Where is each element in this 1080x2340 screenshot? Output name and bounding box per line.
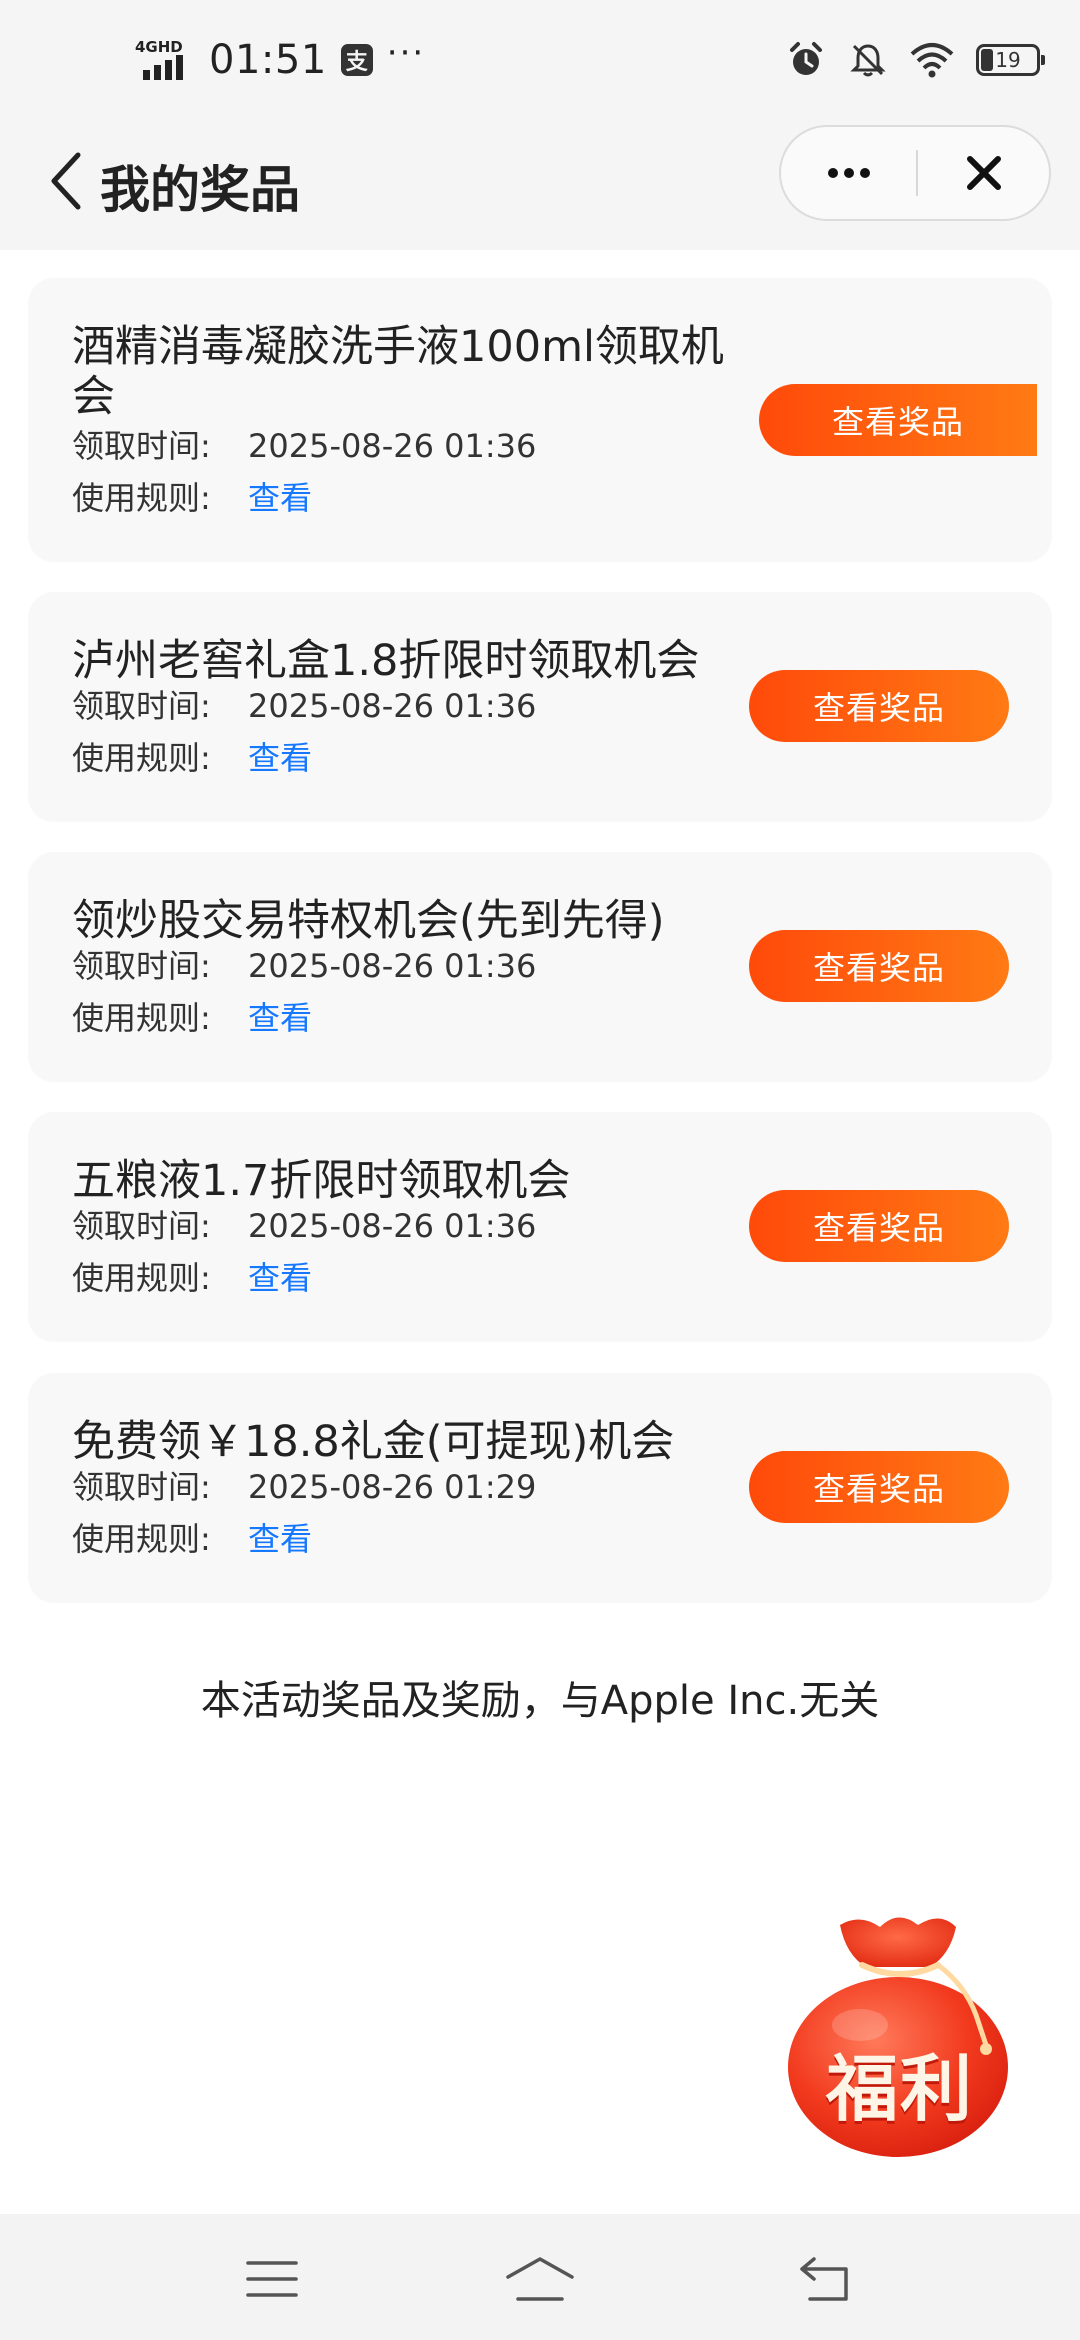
prize-card: 领炒股交易特权机会(先到先得) 领取时间: 2025-08-26 01:36 使… bbox=[28, 852, 1052, 1082]
prize-name: 五粮液1.7折限时领取机会 bbox=[72, 1156, 571, 1206]
prize-rule-row: 使用规则: 查看 bbox=[72, 1258, 312, 1298]
prize-name: 领炒股交易特权机会(先到先得) bbox=[72, 896, 665, 946]
status-more: ··· bbox=[386, 33, 426, 73]
view-prize-button[interactable]: 查看奖品 bbox=[749, 1190, 1009, 1262]
prize-rule-row: 使用规则: 查看 bbox=[72, 478, 312, 518]
prize-card: 酒精消毒凝胶洗手液100ml领取机会 领取时间: 2025-08-26 01:3… bbox=[28, 278, 1052, 562]
view-prize-button[interactable]: 查看奖品 bbox=[749, 670, 1009, 742]
back-button[interactable] bbox=[36, 148, 96, 214]
prize-time-label: 领取时间: bbox=[72, 947, 211, 985]
prize-time-row: 领取时间: 2025-08-26 01:36 bbox=[72, 946, 536, 986]
network-label: 4GHD bbox=[135, 38, 183, 56]
prize-name: 泸州老窖礼盒1.8折限时领取机会 bbox=[72, 636, 700, 686]
prize-rule-link[interactable]: 查看 bbox=[248, 738, 312, 778]
prize-rule-row: 使用规则: 查看 bbox=[72, 738, 312, 778]
prize-time-label: 领取时间: bbox=[72, 687, 211, 725]
system-menu-button[interactable] bbox=[232, 2244, 312, 2314]
more-button[interactable] bbox=[781, 127, 916, 219]
prize-time-value: 2025-08-26 01:36 bbox=[248, 687, 537, 725]
page-title: 我的奖品 bbox=[100, 161, 300, 219]
home-icon bbox=[506, 2257, 574, 2301]
more-icon bbox=[827, 168, 838, 178]
prize-card: 泸州老窖礼盒1.8折限时领取机会 领取时间: 2025-08-26 01:36 … bbox=[28, 592, 1052, 822]
status-left: 4GHD 01:51 支 ··· bbox=[135, 33, 426, 86]
prize-rule-link[interactable]: 查看 bbox=[248, 998, 312, 1038]
prize-rule-link[interactable]: 查看 bbox=[248, 1519, 312, 1559]
wifi-icon bbox=[910, 43, 954, 78]
mini-program-capsule bbox=[779, 125, 1051, 221]
back-arrow-icon bbox=[51, 152, 81, 210]
prize-card: 免费领￥18.8礼金(可提现)机会 领取时间: 2025-08-26 01:29… bbox=[28, 1373, 1052, 1603]
bell-muted-icon bbox=[850, 44, 886, 77]
nav-bar: 我的奖品 bbox=[0, 120, 1080, 250]
prize-time-label: 领取时间: bbox=[72, 1207, 211, 1245]
prize-rule-row: 使用规则: 查看 bbox=[72, 998, 312, 1038]
prize-time-row: 领取时间: 2025-08-26 01:36 bbox=[72, 426, 536, 466]
prize-time-value: 2025-08-26 01:36 bbox=[248, 947, 537, 985]
prize-rule-row: 使用规则: 查看 bbox=[72, 1519, 312, 1559]
prize-rule-link[interactable]: 查看 bbox=[248, 478, 312, 518]
prize-time-label: 领取时间: bbox=[72, 1468, 211, 1506]
prize-rule-label: 使用规则: bbox=[72, 999, 211, 1037]
system-nav-bar bbox=[0, 2214, 1080, 2340]
status-right: 19 bbox=[786, 38, 1045, 82]
battery-icon: 19 bbox=[976, 44, 1045, 76]
view-prize-button[interactable]: 查看奖品 bbox=[759, 384, 1037, 456]
prize-rule-label: 使用规则: bbox=[72, 1259, 211, 1297]
prize-time-row: 领取时间: 2025-08-26 01:36 bbox=[72, 686, 536, 726]
alipay-icon: 支 bbox=[340, 44, 373, 76]
cellular-signal-icon: 4GHD bbox=[135, 38, 195, 82]
prize-time-row: 领取时间: 2025-08-26 01:29 bbox=[72, 1467, 536, 1507]
view-prize-button[interactable]: 查看奖品 bbox=[749, 1451, 1009, 1523]
battery-level: 19 bbox=[995, 48, 1021, 72]
view-prize-button[interactable]: 查看奖品 bbox=[749, 930, 1009, 1002]
prize-rule-link[interactable]: 查看 bbox=[248, 1258, 312, 1298]
back-icon bbox=[800, 2257, 848, 2301]
prize-rule-label: 使用规则: bbox=[72, 1520, 211, 1558]
prize-time-value: 2025-08-26 01:36 bbox=[248, 1207, 537, 1245]
menu-icon bbox=[246, 2261, 298, 2297]
alarm-icon bbox=[790, 42, 822, 75]
prize-time-label: 领取时间: bbox=[72, 427, 211, 465]
system-home-button[interactable] bbox=[500, 2244, 580, 2314]
welfare-bag-button[interactable]: 福利 bbox=[780, 1905, 1020, 2165]
status-time: 01:51 bbox=[209, 37, 327, 83]
prize-name: 免费领￥18.8礼金(可提现)机会 bbox=[72, 1417, 675, 1467]
prize-card: 五粮液1.7折限时领取机会 领取时间: 2025-08-26 01:36 使用规… bbox=[28, 1112, 1052, 1342]
prize-rule-label: 使用规则: bbox=[72, 739, 211, 777]
status-bar: 4GHD 01:51 支 ··· 19 bbox=[0, 0, 1080, 120]
prize-time-row: 领取时间: 2025-08-26 01:36 bbox=[72, 1206, 536, 1246]
system-back-button[interactable] bbox=[784, 2244, 864, 2314]
prize-time-value: 2025-08-26 01:36 bbox=[248, 427, 537, 465]
welfare-bag-label: 福利 bbox=[825, 2047, 974, 2131]
disclaimer-text: 本活动奖品及奖励，与Apple Inc.无关 bbox=[200, 1678, 880, 1724]
prize-time-value: 2025-08-26 01:29 bbox=[248, 1468, 537, 1506]
prize-rule-label: 使用规则: bbox=[72, 479, 211, 517]
prize-name: 酒精消毒凝胶洗手液100ml领取机会 bbox=[72, 322, 724, 422]
close-button[interactable] bbox=[918, 127, 1049, 219]
close-icon bbox=[966, 156, 1001, 190]
